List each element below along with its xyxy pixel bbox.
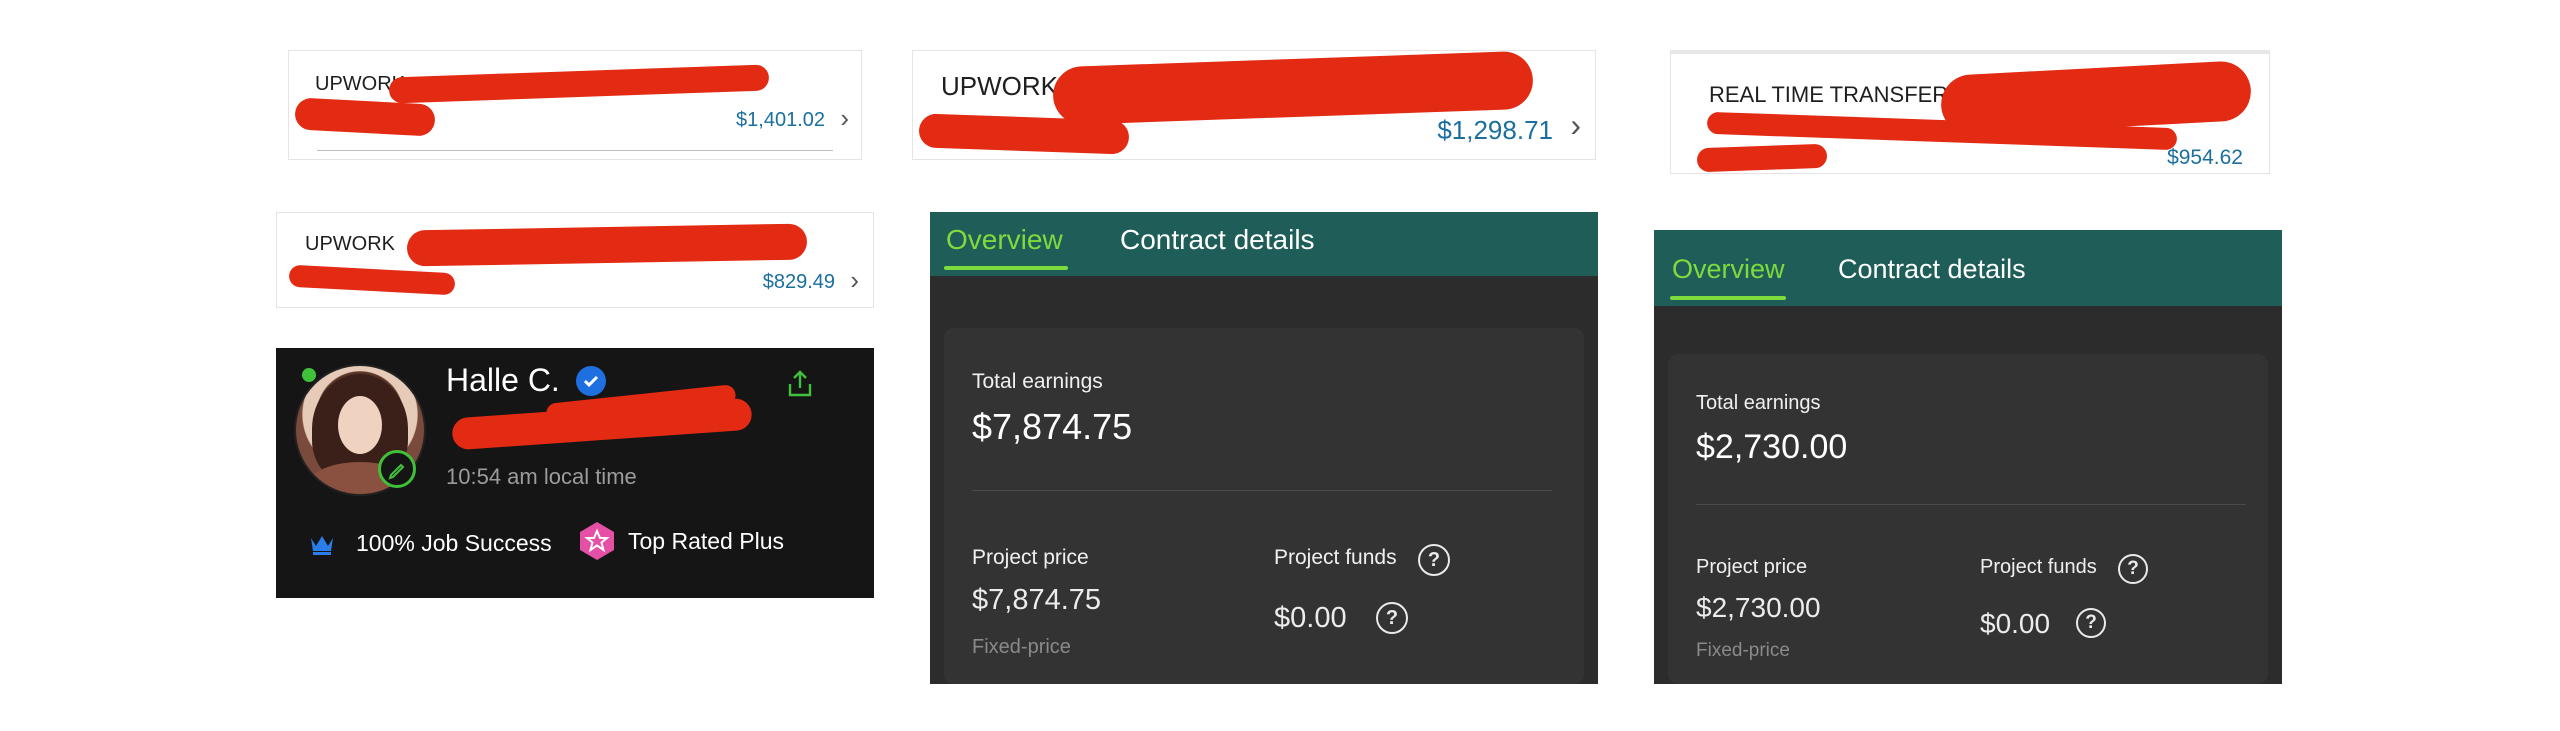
price-type: Fixed-price [972,636,1071,658]
top-rated-plus-icon [576,520,618,562]
transaction-card[interactable]: UPWORK $829.49 › [276,212,874,308]
freelancer-profile-card: Halle C. 10:54 am local time 100% Job Su… [276,348,874,598]
job-success-score: 100% Job Success [356,530,552,556]
redaction-mark [1696,143,1828,173]
contract-overview-card: Overview Contract details Total earnings… [1654,230,2282,684]
help-icon[interactable]: ? [2118,554,2148,584]
project-price-value: $2,730.00 [1696,592,1821,623]
total-earnings-value: $7,874.75 [972,406,1133,447]
transaction-card[interactable]: REAL TIME TRANSFER $954.62 [1670,50,2270,174]
price-type: Fixed-price [1696,640,1790,661]
verified-icon [576,366,606,396]
project-funds-value: $0.00 [1980,608,2051,639]
help-icon[interactable]: ? [2076,608,2106,638]
chevron-right-icon: › [1570,107,1581,143]
edit-icon[interactable] [378,450,416,488]
share-icon[interactable] [784,368,816,405]
redaction-mark [388,64,770,104]
divider [317,150,833,151]
tab-contract-details[interactable]: Contract details [1120,224,1315,256]
chevron-right-icon: › [850,265,859,295]
project-funds-label: Project funds [1980,556,2097,578]
online-status-icon [302,368,316,382]
transaction-label: UPWORK [305,233,395,255]
project-price-label: Project price [1696,556,1808,578]
chevron-right-icon: › [840,103,849,133]
help-icon[interactable]: ? [1418,544,1450,576]
transaction-card[interactable]: UPWORK $1,298.71 › [912,50,1596,160]
freelancer-name: Halle C. [446,362,560,398]
transaction-amount: $1,298.71 [1437,115,1553,145]
active-tab-indicator [944,266,1068,270]
redaction-mark [288,264,456,296]
transaction-amount: $954.62 [2167,146,2243,169]
project-price-label: Project price [972,546,1089,569]
total-earnings-label: Total earnings [972,370,1103,393]
top-rated-plus-label: Top Rated Plus [628,528,784,554]
transaction-card[interactable]: UPWORK $1,401.02 › [288,50,862,160]
transaction-amount: $829.49 [762,271,835,293]
redaction-mark [406,223,808,267]
divider [1696,504,2246,505]
redaction-mark [294,97,436,137]
divider [972,490,1552,491]
project-funds-label: Project funds [1274,546,1397,569]
transaction-label: UPWORK [941,71,1058,101]
project-funds-value: $0.00 [1274,602,1347,634]
transaction-label: REAL TIME TRANSFER [1709,82,1949,107]
contract-overview-card: Overview Contract details Total earnings… [930,212,1598,684]
redaction-mark [918,113,1130,155]
tab-bar: Overview Contract details [1654,230,2282,306]
transaction-amount: $1,401.02 [736,109,825,131]
crown-icon [308,532,336,561]
total-earnings-label: Total earnings [1696,392,1821,414]
help-icon[interactable]: ? [1376,602,1408,634]
tab-contract-details[interactable]: Contract details [1838,254,2026,285]
tab-bar: Overview Contract details [930,212,1598,276]
active-tab-indicator [1670,296,1786,300]
tab-overview[interactable]: Overview [1672,254,1785,285]
tab-overview[interactable]: Overview [946,224,1063,256]
project-price-value: $7,874.75 [972,584,1102,616]
local-time: 10:54 am local time [446,464,637,489]
total-earnings-value: $2,730.00 [1696,428,1848,466]
